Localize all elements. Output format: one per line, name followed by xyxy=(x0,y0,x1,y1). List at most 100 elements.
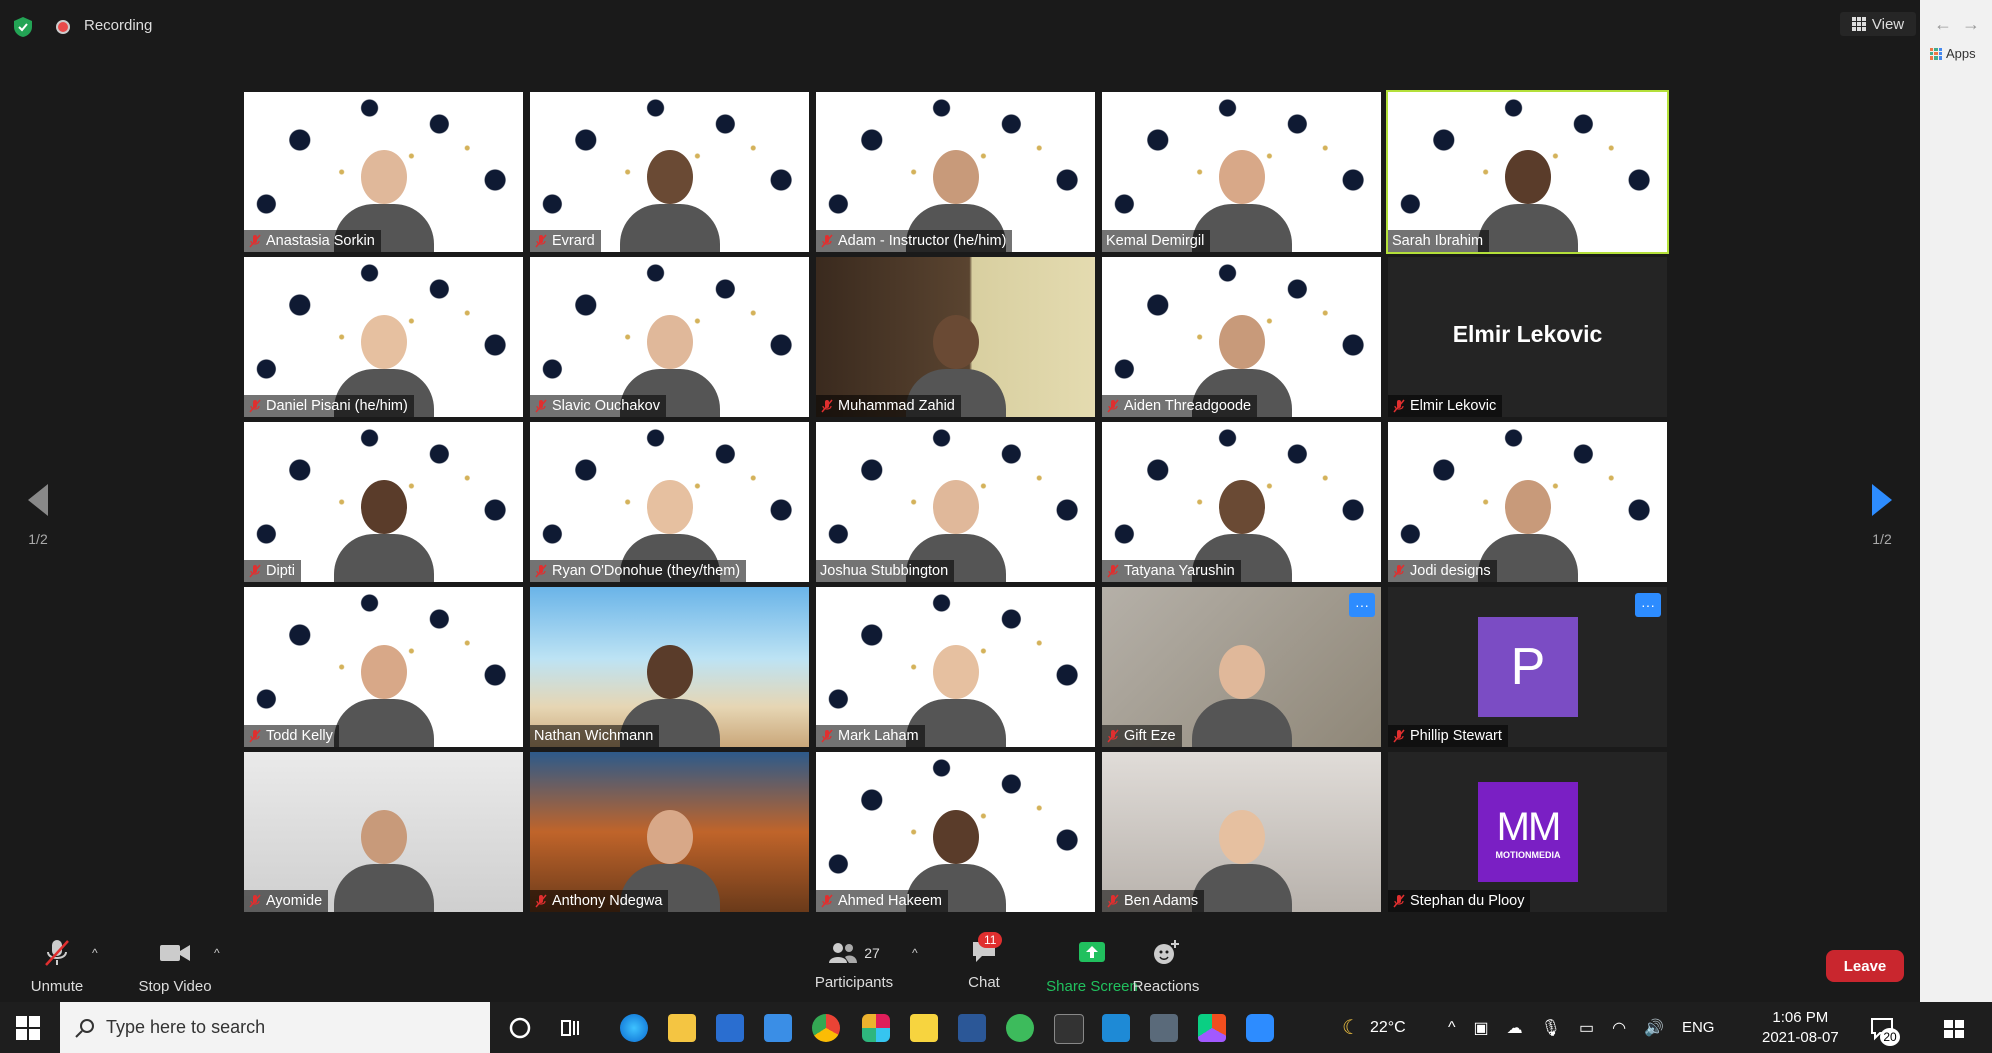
participant-tile[interactable]: Daniel Pisani (he/him) xyxy=(244,257,523,417)
tray-battery-icon[interactable]: ▭ xyxy=(1579,1018,1594,1038)
video-options-caret-icon[interactable]: ^ xyxy=(214,946,220,960)
participant-video-figure xyxy=(1187,627,1297,747)
word-icon[interactable] xyxy=(958,1014,986,1042)
arrow-right-icon xyxy=(1872,484,1892,516)
participant-video-figure xyxy=(329,627,439,747)
notification-count-badge: 20 xyxy=(1880,1028,1900,1046)
participant-video-figure xyxy=(329,792,439,912)
logo-text: MM xyxy=(1496,804,1562,849)
tray-cloud-icon[interactable]: ☁ xyxy=(1507,1018,1523,1038)
task-view-icon[interactable] xyxy=(556,1014,584,1042)
arrow-left-icon xyxy=(28,484,48,516)
system-tray: ^ ▣ ☁ 🎙 ▭ ◠ 🔊 ENG xyxy=(1448,1002,1714,1053)
tray-mic-icon[interactable]: 🎙 xyxy=(1541,1018,1561,1038)
sticky-notes-icon[interactable] xyxy=(910,1014,938,1042)
participant-tile[interactable]: Elmir Lekovic Elmir Lekovic xyxy=(1388,257,1667,417)
slack-icon[interactable] xyxy=(862,1014,890,1042)
tray-wifi-icon[interactable]: ◠ xyxy=(1612,1018,1626,1038)
edge-icon[interactable] xyxy=(620,1014,648,1042)
more-options-button[interactable]: ··· xyxy=(1635,593,1661,617)
microsoft-store-icon[interactable] xyxy=(716,1014,744,1042)
participant-tile[interactable]: Dipti xyxy=(244,422,523,582)
view-button[interactable]: View xyxy=(1840,12,1916,36)
calculator-icon[interactable] xyxy=(1150,1014,1178,1042)
participant-tile[interactable]: Muhammad Zahid xyxy=(816,257,1095,417)
participant-tile[interactable]: Evrard xyxy=(530,92,809,252)
logo-subtext: MOTIONMEDIA xyxy=(1495,849,1561,860)
leave-button[interactable]: Leave xyxy=(1826,950,1904,982)
participant-tile[interactable]: Jodi designs xyxy=(1388,422,1667,582)
zoom-app-icon[interactable] xyxy=(1246,1014,1274,1042)
browser-forward-icon[interactable]: → xyxy=(1962,14,1990,34)
participant-tile[interactable]: MM MOTIONMEDIA Stephan du Plooy xyxy=(1388,752,1667,912)
next-page-button[interactable]: 1/2 xyxy=(1862,482,1902,552)
participant-name: Aiden Threadgoode xyxy=(1124,398,1252,414)
reactions-smiley-icon xyxy=(1154,940,1179,964)
audio-options-caret-icon[interactable]: ^ xyxy=(92,946,98,960)
unmute-label: Unmute xyxy=(30,978,84,995)
tray-camera-icon[interactable]: ▣ xyxy=(1474,1018,1489,1038)
participant-name-tag: Tatyana Yarushin xyxy=(1102,560,1241,582)
windows-logo-right-icon[interactable] xyxy=(1940,1014,1968,1042)
participant-tile[interactable]: Ryan O'Donohue (they/them) xyxy=(530,422,809,582)
participant-tile[interactable]: Mark Laham xyxy=(816,587,1095,747)
muted-mic-icon xyxy=(535,234,547,248)
participant-name-tag: Sarah Ibrahim xyxy=(1388,230,1490,252)
participant-tile[interactable]: Tatyana Yarushin xyxy=(1102,422,1381,582)
participant-tile[interactable]: ··· Gift Eze xyxy=(1102,587,1381,747)
participant-name-tag: Kemal Demirgil xyxy=(1102,230,1211,252)
taskbar-clock[interactable]: 1:06 PM 2021-08-07 xyxy=(1762,1008,1839,1048)
participant-tile[interactable]: P ··· Phillip Stewart xyxy=(1388,587,1667,747)
share-screen-button[interactable]: Share Screen xyxy=(1044,938,1140,995)
previous-page-button[interactable]: 1/2 xyxy=(18,482,58,552)
clock-time: 1:06 PM xyxy=(1772,1009,1829,1026)
muted-mic-icon xyxy=(249,729,261,743)
browser-back-icon[interactable]: ← xyxy=(1934,14,1962,34)
chrome-icon[interactable] xyxy=(812,1014,840,1042)
participant-tile[interactable]: Ahmed Hakeem xyxy=(816,752,1095,912)
participant-tile[interactable]: Anastasia Sorkin xyxy=(244,92,523,252)
participants-options-caret-icon[interactable]: ^ xyxy=(912,946,918,960)
share-screen-label: Share Screen xyxy=(1046,978,1138,995)
participant-tile[interactable]: Ayomide xyxy=(244,752,523,912)
participant-tile[interactable]: Todd Kelly xyxy=(244,587,523,747)
design-app-icon[interactable] xyxy=(1198,1014,1226,1042)
tray-language[interactable]: ENG xyxy=(1682,1019,1715,1036)
microphone-muted-icon xyxy=(45,940,69,966)
participant-name: Jodi designs xyxy=(1410,563,1491,579)
participant-name: Gift Eze xyxy=(1124,728,1176,744)
participants-button[interactable]: 27 Participants xyxy=(812,938,896,991)
participant-tile[interactable]: Sarah Ibrahim xyxy=(1386,90,1669,254)
windows-start-icon[interactable] xyxy=(16,1016,40,1040)
participant-name: Joshua Stubbington xyxy=(820,563,949,579)
security-shield-icon[interactable] xyxy=(12,16,34,38)
participant-tile[interactable]: Slavic Ouchakov xyxy=(530,257,809,417)
weather-widget[interactable]: ☾ 22°C xyxy=(1342,1002,1406,1053)
tray-expand-icon[interactable]: ^ xyxy=(1448,1019,1456,1037)
vscode-icon[interactable] xyxy=(1102,1014,1130,1042)
participant-tile[interactable]: Nathan Wichmann xyxy=(530,587,809,747)
participant-tile[interactable]: Aiden Threadgoode xyxy=(1102,257,1381,417)
apps-bookmark[interactable]: Apps xyxy=(1930,46,1976,61)
more-options-button[interactable]: ··· xyxy=(1349,593,1375,617)
participant-tile[interactable]: Adam - Instructor (he/him) xyxy=(816,92,1095,252)
participant-tile[interactable]: Ben Adams xyxy=(1102,752,1381,912)
mail-icon[interactable] xyxy=(764,1014,792,1042)
app-rocket-icon[interactable] xyxy=(1006,1014,1034,1042)
file-explorer-icon[interactable] xyxy=(668,1014,696,1042)
taskbar-search-box[interactable]: Type here to search xyxy=(60,1002,490,1053)
muted-mic-icon xyxy=(1107,564,1119,578)
stop-video-button[interactable]: Stop Video xyxy=(132,938,218,995)
participant-tile[interactable]: Joshua Stubbington xyxy=(816,422,1095,582)
unmute-button[interactable]: Unmute xyxy=(26,938,88,995)
participant-name: Anthony Ndegwa xyxy=(552,893,663,909)
reactions-button[interactable]: Reactions xyxy=(1130,938,1202,995)
chat-button[interactable]: 11 Chat xyxy=(962,932,1006,991)
tray-volume-icon[interactable]: 🔊 xyxy=(1644,1018,1664,1038)
participant-name-tag: Jodi designs xyxy=(1388,560,1497,582)
cortana-icon[interactable] xyxy=(506,1014,534,1042)
participant-tile[interactable]: Anthony Ndegwa xyxy=(530,752,809,912)
participant-tile[interactable]: Kemal Demirgil xyxy=(1102,92,1381,252)
muted-mic-icon xyxy=(535,894,547,908)
terminal-icon[interactable] xyxy=(1054,1014,1084,1044)
